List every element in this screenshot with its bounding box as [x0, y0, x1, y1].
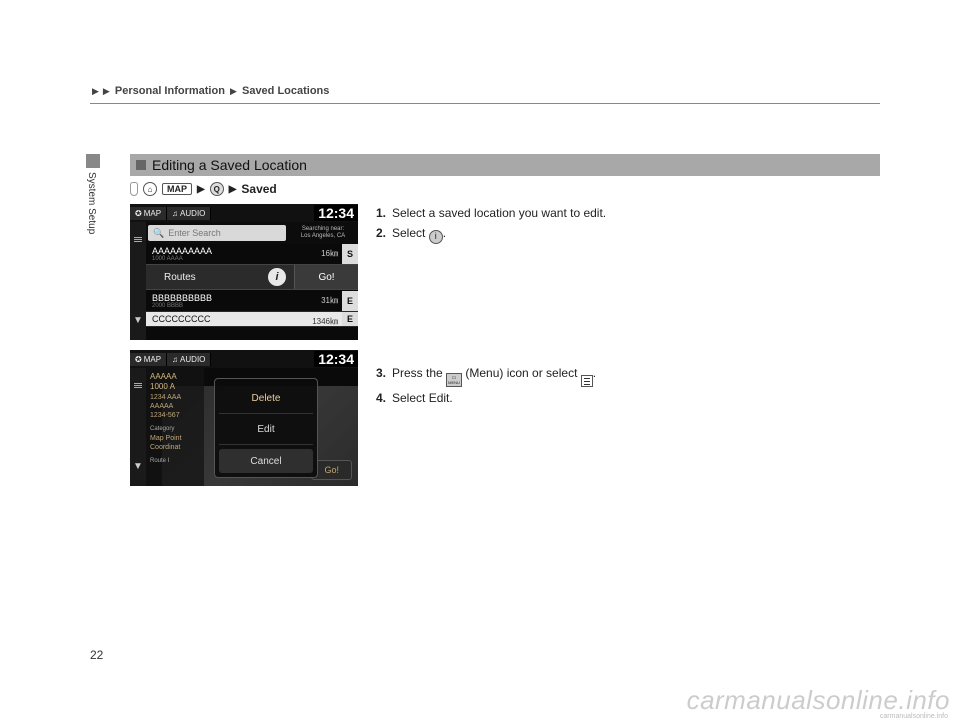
- go-button[interactable]: Go!: [294, 265, 358, 289]
- list-item-direction: E: [342, 312, 358, 326]
- music-icon: ♫: [172, 355, 178, 364]
- detail-line: 1234 AAA: [150, 393, 200, 402]
- menu-button-icon: ▭MENU: [446, 373, 462, 387]
- map-badge: MAP: [162, 183, 192, 195]
- step-number: 3.: [376, 364, 392, 388]
- menu-icon[interactable]: [134, 236, 142, 243]
- item-action-bar: Routes i Go!: [146, 264, 358, 290]
- list-item-direction: S: [342, 244, 358, 264]
- menu-item-delete[interactable]: Delete: [219, 383, 313, 414]
- tab-audio[interactable]: ♫AUDIO: [167, 207, 211, 220]
- tab-audio[interactable]: ♫AUDIO: [167, 353, 211, 366]
- nav-path: ⌂ MAP ▶ Q ▶ Saved: [130, 182, 880, 196]
- detail-line: Coordinat: [150, 443, 200, 452]
- step-text: Select a saved location you want to edit…: [392, 204, 880, 222]
- search-icon: Q: [210, 182, 224, 196]
- search-input[interactable]: 🔍 Enter Search: [148, 225, 286, 241]
- step-text: Select Edit.: [392, 389, 880, 407]
- chevron-right-icon: ▶: [103, 86, 110, 96]
- screenshot-edit-popup: ✪MAP ♫AUDIO 12:34 ▼: [130, 350, 358, 486]
- breadcrumb: ▶ ▶ Personal Information ▶ Saved Location…: [90, 85, 880, 104]
- home-icon: ⌂: [143, 182, 157, 196]
- clock: 12:34: [314, 205, 358, 221]
- tab-map-label: MAP: [144, 355, 161, 364]
- clock: 12:34: [314, 351, 358, 367]
- detail-line: 1234-567: [150, 411, 200, 420]
- side-tab-label: System Setup: [86, 172, 97, 234]
- detail-line: Map Point: [150, 434, 200, 443]
- tab-map[interactable]: ✪MAP: [130, 353, 167, 366]
- page-number: 22: [90, 648, 103, 662]
- music-icon: ♫: [172, 209, 178, 218]
- tab-map[interactable]: ✪MAP: [130, 207, 167, 220]
- tab-audio-label: AUDIO: [180, 209, 205, 218]
- scroll-down-icon[interactable]: ▼: [133, 315, 143, 326]
- side-tab: System Setup: [86, 154, 104, 234]
- section-heading-text: Editing a Saved Location: [152, 157, 307, 173]
- step-3: 3. Press the ▭MENU (Menu) icon or select…: [376, 364, 880, 388]
- step-2: 2. Select i.: [376, 224, 880, 244]
- step-number: 2.: [376, 224, 392, 244]
- search-near[interactable]: Searching near: Los Angeles, CA: [288, 224, 358, 242]
- section-heading: Editing a Saved Location: [130, 154, 880, 176]
- search-near-value: Los Angeles, CA: [290, 233, 356, 240]
- compass-icon: ✪: [135, 209, 142, 218]
- screenshot-saved-list: ✪MAP ♫AUDIO 12:34 ▼: [130, 204, 358, 340]
- step-number: 4.: [376, 389, 392, 407]
- chevron-right-icon: ▶: [229, 184, 237, 195]
- breadcrumb-part-1: Personal Information: [115, 85, 225, 97]
- breadcrumb-part-2: Saved Locations: [242, 85, 329, 97]
- list-item-direction: E: [342, 291, 358, 311]
- tab-audio-label: AUDIO: [180, 355, 205, 364]
- info-icon[interactable]: i: [268, 268, 286, 286]
- watermark-sub: carmanualsonline.info: [880, 713, 948, 720]
- side-tab-marker: [86, 154, 100, 168]
- detail-line: AAAAA: [150, 402, 200, 411]
- detail-route-header: Route I: [150, 458, 200, 466]
- list-item-distance: 31㎞: [321, 295, 338, 306]
- routes-button[interactable]: Routes: [146, 272, 260, 283]
- path-saved-label: Saved: [241, 182, 276, 196]
- list-item-distance: 16㎞: [321, 248, 338, 259]
- voice-icon: [130, 182, 138, 196]
- chevron-right-icon: ▶: [92, 86, 99, 96]
- detail-panel: AAAAA 1000 A 1234 AAA AAAAA 1234-567 Cat…: [146, 368, 204, 486]
- step-1: 1. Select a saved location you want to e…: [376, 204, 880, 222]
- tab-map-label: MAP: [144, 209, 161, 218]
- detail-category-header: Category: [150, 426, 200, 434]
- menu-icon[interactable]: [134, 382, 142, 389]
- list-item-distance: 1346㎞: [312, 316, 338, 327]
- list-item[interactable]: AAAAAAAAAA 1000 AAAA 16㎞ S: [146, 244, 358, 265]
- step-4: 4. Select Edit.: [376, 389, 880, 407]
- step-number: 1.: [376, 204, 392, 222]
- heading-square-icon: [136, 160, 146, 170]
- info-icon: i: [429, 230, 443, 244]
- context-menu-popup: Delete Edit Cancel: [214, 378, 318, 478]
- list-item[interactable]: BBBBBBBBBB 2000 BBBB 31㎞ E: [146, 291, 358, 312]
- menu-item-edit[interactable]: Edit: [219, 414, 313, 445]
- chevron-right-icon: ▶: [230, 86, 237, 96]
- watermark: carmanualsonline.info: [687, 685, 950, 716]
- detail-address: 1000 A: [150, 382, 200, 392]
- detail-title: AAAAA: [150, 372, 200, 382]
- search-icon: 🔍: [153, 228, 164, 239]
- step-text: Select i.: [392, 224, 880, 244]
- chevron-right-icon: ▶: [197, 184, 205, 195]
- scroll-down-icon[interactable]: ▼: [133, 461, 143, 472]
- step-text: Press the ▭MENU (Menu) icon or select .: [392, 364, 880, 388]
- search-near-label: Searching near:: [290, 226, 356, 233]
- search-placeholder: Enter Search: [168, 228, 221, 238]
- compass-icon: ✪: [135, 355, 142, 364]
- menu-item-cancel[interactable]: Cancel: [219, 449, 313, 473]
- hamburger-icon: [581, 375, 593, 387]
- list-item[interactable]: CCCCCCCCC 1346㎞ E: [146, 312, 358, 327]
